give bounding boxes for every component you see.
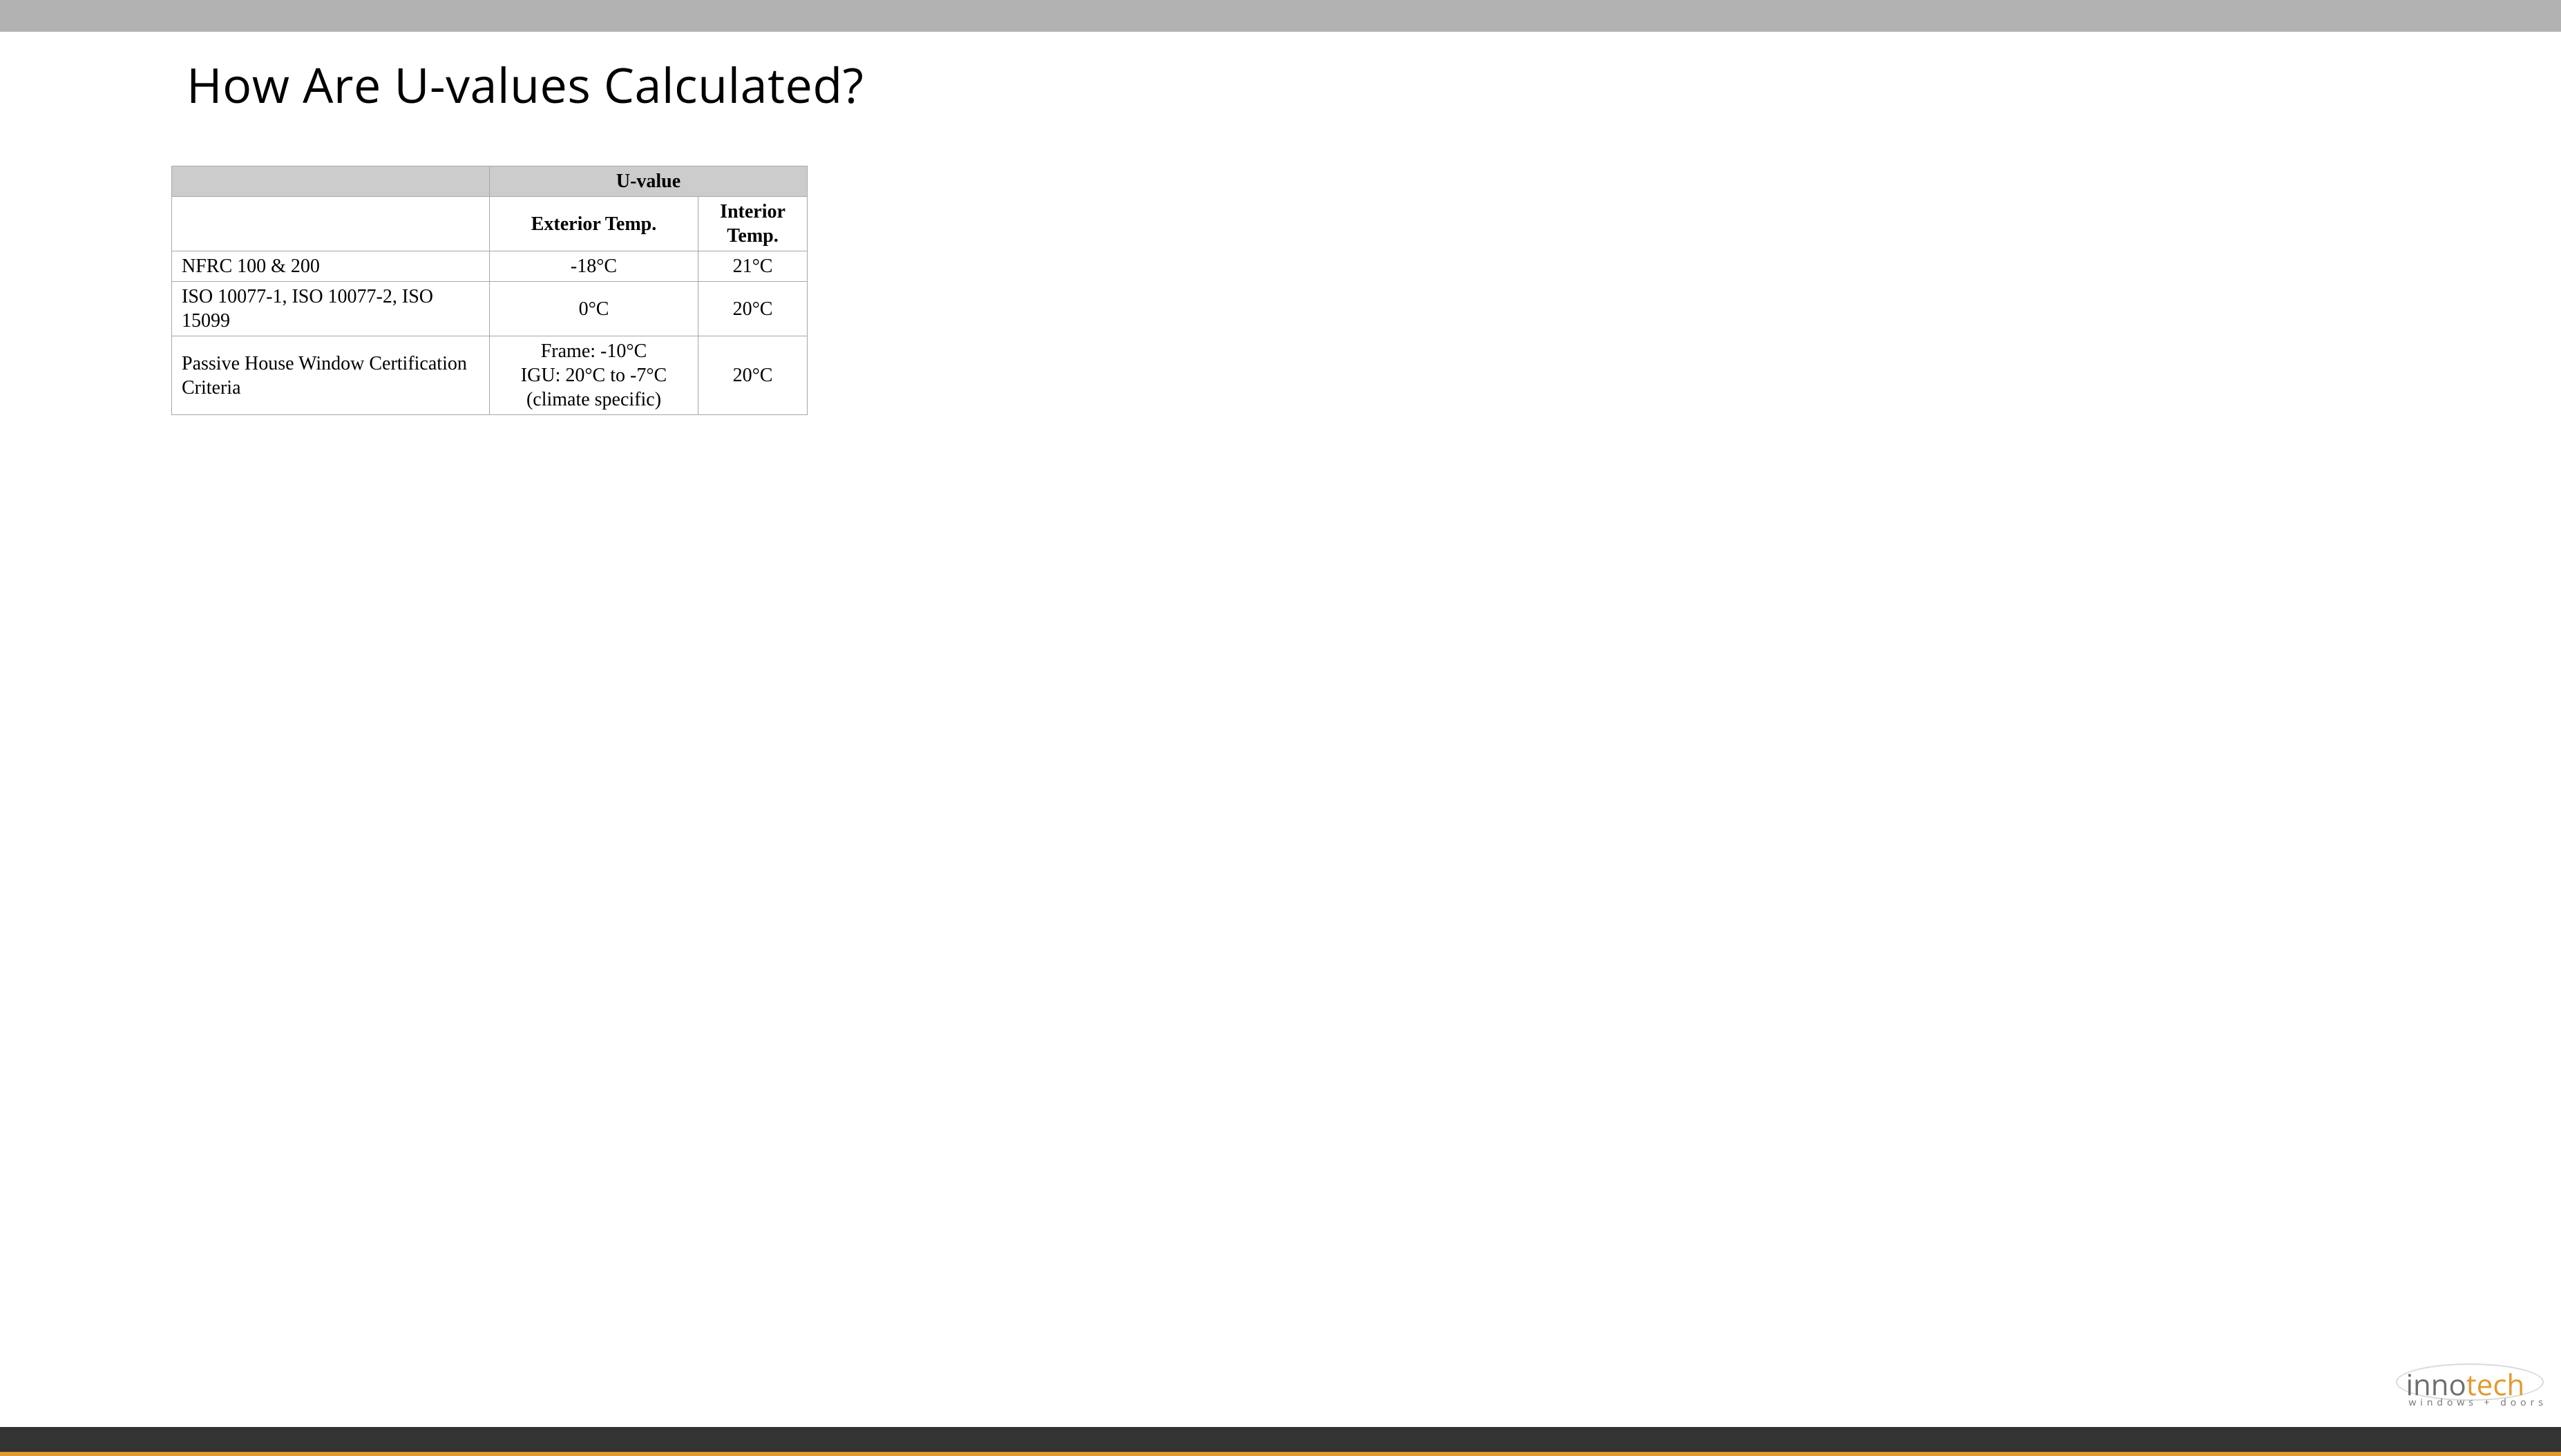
footer-bar [0, 1427, 2561, 1456]
slide-title: How Are U-values Calculated? [0, 51, 2561, 117]
slide-body: How Are U-values Calculated? U-value Ext… [0, 32, 2561, 415]
cell-ext: 0°C [490, 282, 698, 336]
brand-logo: innotech windows + doors [2406, 1370, 2547, 1408]
cell-label: ISO 10077-1, ISO 10077-2, ISO 15099 [172, 282, 490, 336]
header-uvalue: U-value [490, 166, 808, 197]
table-container: U-value Exterior Temp. Interior Temp. NF… [171, 166, 2561, 415]
cell-label: NFRC 100 & 200 [172, 251, 490, 282]
table-row: U-value [172, 166, 808, 197]
cell-ext: Frame: -10°CIGU: 20°C to -7°C(climate sp… [490, 336, 698, 415]
logo-subtitle: windows + doors [2406, 1398, 2547, 1408]
table-row: Passive House Window Certification Crite… [172, 336, 808, 415]
header-blank [172, 166, 490, 197]
table-row: Exterior Temp. Interior Temp. [172, 197, 808, 251]
subheader-exterior: Exterior Temp. [490, 197, 698, 251]
u-value-table: U-value Exterior Temp. Interior Temp. NF… [171, 166, 808, 415]
subheader-interior: Interior Temp. [698, 197, 808, 251]
subheader-blank [172, 197, 490, 251]
logo-wordmark: innotech [2406, 1370, 2547, 1399]
cell-ext: -18°C [490, 251, 698, 282]
cell-int: 20°C [698, 336, 808, 415]
table-row: NFRC 100 & 200 -18°C 21°C [172, 251, 808, 282]
table-row: ISO 10077-1, ISO 10077-2, ISO 15099 0°C … [172, 282, 808, 336]
cell-int: 21°C [698, 251, 808, 282]
cell-int: 20°C [698, 282, 808, 336]
cell-label: Passive House Window Certification Crite… [172, 336, 490, 415]
top-grey-bar [0, 0, 2561, 32]
